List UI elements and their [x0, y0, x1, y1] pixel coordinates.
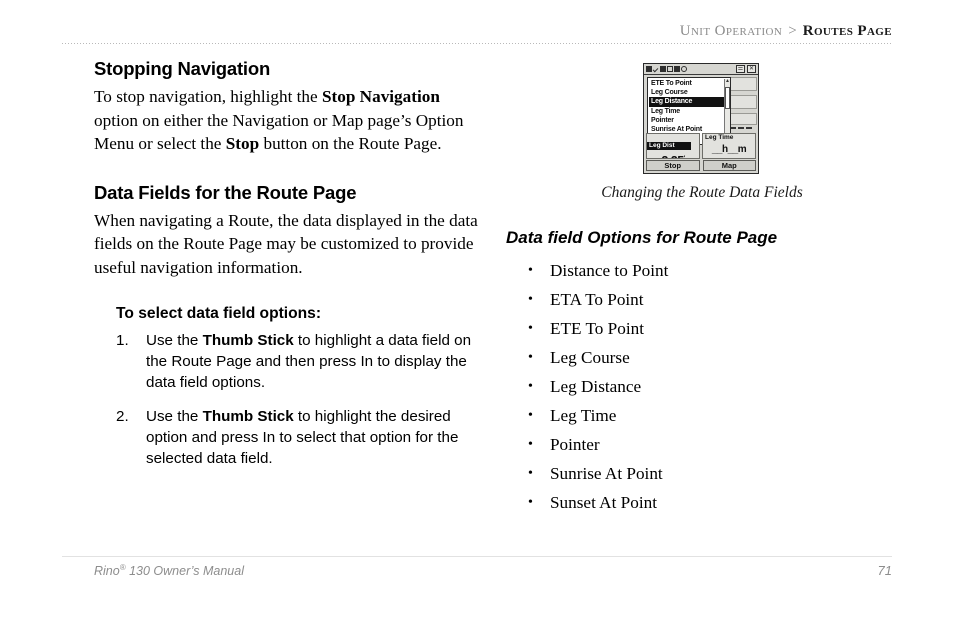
footer-divider — [62, 556, 892, 557]
gps-device-screen: ☰ ✕ ETE To Point Leg Course Leg Distance… — [643, 63, 759, 174]
option-label: Sunrise At Point — [550, 464, 663, 483]
data-field-options-list: • Distance to Point • ETA To Point • ETE To… — [506, 256, 898, 517]
emphasis-stop-navigation: Stop Navigation — [321, 87, 440, 106]
step-2-text-1: Use the — [146, 408, 203, 425]
bullet-icon: • — [528, 408, 533, 423]
message-icon — [667, 66, 673, 72]
procedure-step-2: 2. Use the Thumb Stick to highlight the d… — [116, 406, 482, 469]
paragraph-text-3: button on the Route Page. — [259, 134, 442, 153]
header-separator: > — [788, 23, 797, 39]
data-field-leg-dist-value: 2.25′ — [647, 152, 699, 159]
manual-brand: Rino — [94, 564, 120, 579]
right-column: ☰ ✕ ETE To Point Leg Course Leg Distance… — [506, 58, 898, 517]
option-label: Leg Time — [550, 406, 617, 425]
manual-title: Rino® 130 Owner’s Manual — [94, 563, 244, 578]
step-number-2: 2. — [116, 408, 129, 425]
list-item: • Leg Course — [506, 343, 898, 372]
page-footer: Rino® 130 Owner’s Manual 71 — [94, 563, 892, 578]
running-header: Unit Operation > Routes Page — [62, 22, 892, 40]
figure-caption: Changing the Route Data Fields — [601, 184, 803, 201]
option-label: Leg Course — [550, 348, 630, 367]
data-field-leg-time-value: __h__m — [711, 144, 747, 155]
data-field-leg-time[interactable]: Leg Time __h__m — [702, 133, 756, 159]
device-window-controls: ☰ ✕ — [736, 65, 757, 73]
data-field-leg-dist[interactable]: Leg Dist 2.25′ — [646, 133, 700, 159]
step-1-emphasis-thumb-stick: Thumb Stick — [202, 332, 294, 349]
bullet-icon: • — [528, 437, 533, 452]
step-number-1: 1. — [116, 332, 129, 349]
paragraph-text-1: To stop navigation, highlight the — [94, 87, 322, 106]
header-section-label: Unit Operation — [679, 23, 783, 39]
bullet-icon: • — [528, 379, 533, 394]
list-item: • ETE To Point — [506, 314, 898, 343]
left-column: Stopping Navigation To stop navigation, … — [94, 58, 482, 482]
battery-icon — [646, 66, 652, 72]
radio-icon — [674, 66, 680, 72]
manual-title-rest: 130 Owner’s Manual — [125, 564, 244, 579]
check-icon — [653, 66, 659, 72]
procedure-title: To select data field options: — [116, 305, 322, 322]
option-label: Pointer — [550, 435, 600, 454]
emphasis-stop: Stop — [225, 134, 260, 153]
step-1-text-1: Use the — [146, 332, 203, 349]
option-label: ETE To Point — [550, 319, 644, 338]
scrollbar-thumb[interactable] — [725, 87, 730, 109]
paragraph-stopping-navigation: To stop navigation, highlight the Stop N… — [94, 85, 482, 156]
bullet-icon: • — [528, 292, 533, 307]
list-item: • ETA To Point — [506, 285, 898, 314]
options-list-title: Data field Options for Route Page — [506, 228, 778, 247]
section-title-data-fields: Data Fields for the Route Page — [94, 181, 357, 203]
option-label: Leg Distance — [550, 377, 642, 396]
menu-icon: ☰ — [736, 65, 745, 73]
popup-item-leg-time[interactable]: Leg Time — [649, 107, 724, 116]
figure-route-data-fields: ☰ ✕ ETE To Point Leg Course Leg Distance… — [506, 63, 898, 202]
bullet-icon: • — [528, 263, 533, 278]
scroll-up-arrow-icon[interactable]: ▲ — [725, 79, 730, 84]
list-item: • Leg Distance — [506, 372, 898, 401]
popup-item-leg-course[interactable]: Leg Course — [649, 88, 724, 97]
signal-icon — [660, 66, 666, 72]
map-button[interactable]: Map — [702, 160, 756, 171]
device-data-fields-row: Leg Dist 2.25′ Leg Time __h__m — [646, 133, 756, 159]
popup-item-pointer[interactable]: Pointer — [649, 116, 724, 125]
bullet-icon: • — [528, 466, 533, 481]
stop-button[interactable]: Stop — [646, 160, 700, 171]
bullet-icon: • — [528, 495, 533, 510]
leg-dist-unit: ′ — [683, 156, 685, 159]
bullet-icon: • — [528, 350, 533, 365]
list-item: • Sunrise At Point — [506, 459, 898, 488]
header-divider — [62, 43, 892, 44]
list-item: • Leg Time — [506, 401, 898, 430]
header-page-label: Routes Page — [802, 23, 892, 39]
popup-item-ete-to-point[interactable]: ETE To Point — [649, 79, 724, 88]
device-softkey-row: Stop Map — [646, 160, 756, 171]
leg-dist-number: 2.25 — [661, 154, 684, 158]
page-number: 71 — [877, 563, 892, 579]
section-title-stopping-navigation: Stopping Navigation — [94, 58, 271, 79]
procedure-step-1: 1. Use the Thumb Stick to highlight a dat… — [116, 330, 482, 393]
satellite-icon — [681, 66, 687, 72]
data-field-leg-dist-label: Leg Dist — [647, 142, 691, 150]
bullet-icon: • — [528, 321, 533, 336]
data-field-leg-time-label: Leg Time — [705, 134, 734, 141]
list-item: • Pointer — [506, 430, 898, 459]
device-screenshot-wrapper: ☰ ✕ ETE To Point Leg Course Leg Distance… — [643, 63, 761, 174]
device-titlebar: ☰ ✕ — [644, 64, 758, 75]
paragraph-data-fields: When navigating a Route, the data displa… — [94, 210, 478, 277]
step-2-emphasis-thumb-stick: Thumb Stick — [202, 408, 294, 425]
procedure-block: To select data field options: 1. Use the … — [94, 305, 482, 469]
list-item: • Sunset At Point — [506, 488, 898, 517]
device-status-icons — [645, 66, 687, 72]
popup-item-leg-distance[interactable]: Leg Distance — [649, 97, 724, 107]
option-label: ETA To Point — [550, 290, 644, 309]
list-item: • Distance to Point — [506, 256, 898, 285]
close-icon: ✕ — [747, 65, 756, 73]
option-label: Distance to Point — [550, 261, 669, 280]
option-label: Sunset At Point — [550, 493, 657, 512]
